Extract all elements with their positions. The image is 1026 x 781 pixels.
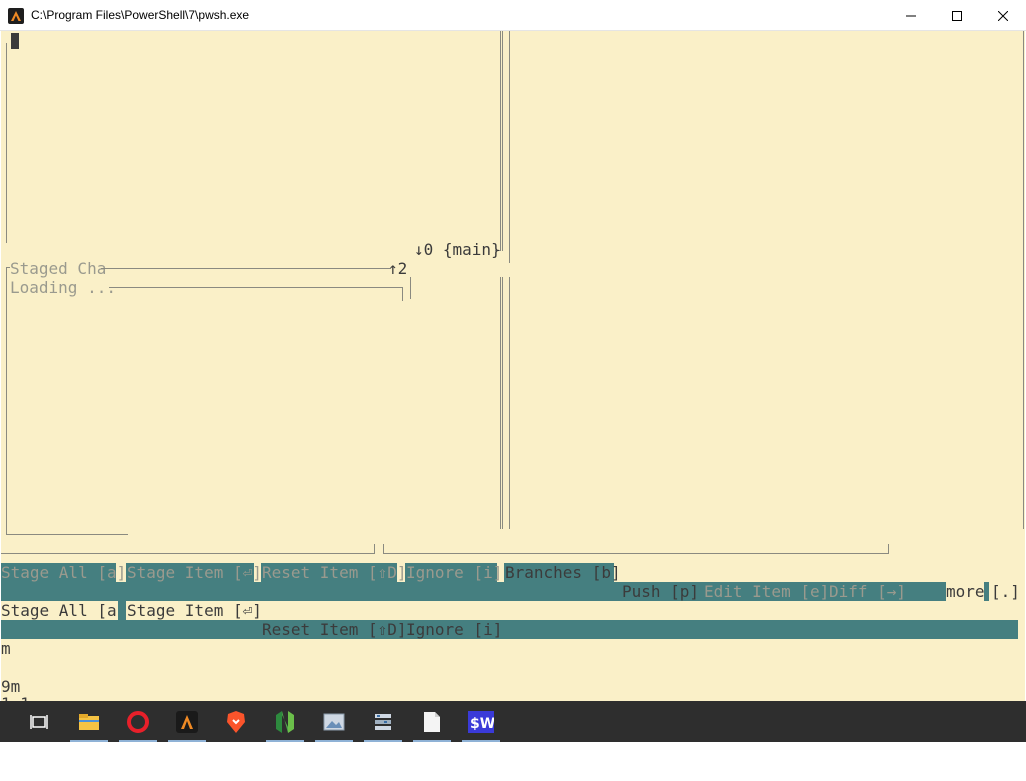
far-right-border (1023, 31, 1024, 529)
loading-text: Loading ... (10, 278, 116, 297)
panel-border-right-inner (502, 31, 503, 251)
window-title: C:\Program Files\PowerShell\7\pwsh.exe (31, 8, 250, 22)
notepad-icon[interactable] (413, 701, 451, 742)
powershell-w-icon[interactable]: $W (462, 701, 500, 742)
status-border-right-start (383, 544, 384, 554)
status-border-right-end (888, 544, 889, 554)
branch-status: ↓0 {main} (414, 240, 501, 259)
terminal-area[interactable]: ↓0 {main} Staged Cha ↑2 Loading ... Stag… (1, 31, 1025, 701)
staged-border-top (101, 268, 391, 269)
ignore-hint[interactable]: Ignore [i] (406, 563, 502, 582)
right-border-lower (500, 277, 501, 529)
stage-all-hint[interactable]: Stage All [a] (1, 563, 126, 582)
staged-count: ↑2 (388, 259, 408, 278)
push-hint[interactable]: Push [p] (622, 582, 699, 601)
stage-item-line: Stage Item [⏎] (127, 601, 262, 620)
svg-text:$W: $W (470, 716, 494, 732)
output-line-m: m (1, 639, 11, 658)
reset-item-line: Reset Item [⇧D] (262, 620, 407, 639)
alacritty-app-icon (8, 8, 24, 24)
branches-hint[interactable]: Branches [b] (505, 563, 621, 582)
task-view-icon[interactable] (20, 701, 58, 742)
status-border-left-end (374, 544, 375, 554)
close-button[interactable] (980, 0, 1026, 31)
staged-border-left (6, 267, 7, 535)
staged-border-bottom (6, 534, 128, 535)
more-hint[interactable]: more (946, 582, 985, 601)
opera-icon[interactable] (119, 701, 157, 742)
panel-border-left (6, 43, 7, 243)
divider-line-a (509, 31, 510, 263)
settings-panel-icon[interactable] (364, 701, 402, 742)
brave-icon[interactable] (217, 701, 255, 742)
title-bar: C:\Program Files\PowerShell\7\pwsh.exe (0, 0, 1026, 31)
text-cursor (11, 33, 19, 49)
photo-viewer-icon[interactable] (315, 701, 353, 742)
output-line-partial: 1 1 (1, 694, 30, 701)
panel-border-right (500, 31, 501, 251)
taskbar: $W (0, 701, 1026, 742)
loading-border-right (402, 287, 403, 301)
ignore-line: Ignore [i] (406, 620, 503, 639)
status-border-right (383, 553, 889, 554)
right-border-lower-inner (502, 277, 503, 529)
screen-margin (0, 742, 1026, 781)
more-key-hint[interactable]: [.] (991, 582, 1020, 601)
divider-line-b (410, 277, 411, 299)
status-border-left (1, 553, 375, 554)
stage-item-hint[interactable]: Stage Item [⏎] (127, 563, 262, 582)
divider-line-c (509, 277, 510, 529)
diff-hint[interactable]: Diff [→] (829, 582, 906, 601)
edit-item-hint[interactable]: Edit Item [e] (704, 582, 829, 601)
maximize-button[interactable] (934, 0, 980, 31)
reset-item-hint[interactable]: Reset Item [⇧D] (262, 563, 407, 582)
staged-changes-title[interactable]: Staged Cha (10, 259, 106, 278)
alacritty-icon[interactable] (168, 701, 206, 742)
file-explorer-icon[interactable] (70, 701, 108, 742)
neovim-icon[interactable] (266, 701, 304, 742)
minimize-button[interactable] (888, 0, 934, 31)
stage-all-line: Stage All [a] (1, 601, 127, 620)
loading-border-top (109, 287, 403, 288)
